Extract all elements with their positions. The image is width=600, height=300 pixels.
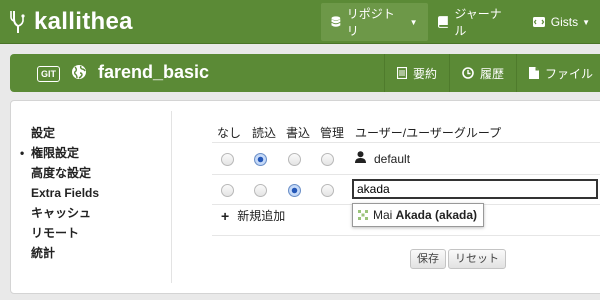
radio-write[interactable] xyxy=(288,184,301,197)
repo-history-label: 履歴 xyxy=(480,66,505,81)
radio-write[interactable] xyxy=(288,153,301,166)
nav-gists[interactable]: Gists ▼ xyxy=(523,3,600,41)
summary-icon xyxy=(397,67,407,79)
sidebar-item-cache[interactable]: キャッシュ xyxy=(31,203,99,223)
repo-type-badge: GIT xyxy=(37,66,60,82)
logo-text: kallithea xyxy=(34,8,133,35)
autocomplete-suggestion[interactable]: Mai Akada (akada) xyxy=(352,203,484,227)
repo-name[interactable]: farend_basic xyxy=(98,62,209,83)
column-user-group: ユーザー/ユーザーグループ xyxy=(355,126,502,140)
sidebar-item-extra-fields[interactable]: Extra Fields xyxy=(31,183,99,203)
repo-files-button[interactable]: ファイル xyxy=(516,54,600,92)
history-icon xyxy=(462,67,474,79)
sidebar-item-settings[interactable]: 設定 xyxy=(31,123,99,143)
row-divider xyxy=(212,235,600,236)
repo-summary-label: 要約 xyxy=(413,66,438,81)
identicon-avatar-icon xyxy=(357,209,369,221)
file-icon xyxy=(529,67,540,79)
chevron-down-icon: ▼ xyxy=(409,17,418,27)
radio-read[interactable] xyxy=(254,184,267,197)
column-none: なし xyxy=(217,126,242,140)
top-nav: リポジトリ ▼ ジャーナル Gists ▼ xyxy=(321,3,600,41)
repo-header: GIT farend_basic 要約 履歴 ファイル xyxy=(10,54,600,92)
row-divider xyxy=(212,174,600,175)
globe-icon xyxy=(72,65,86,79)
repo-files-label: ファイル xyxy=(545,66,594,81)
sidebar-item-advanced[interactable]: 高度な設定 xyxy=(31,163,99,183)
suggestion-suffix: (akada) xyxy=(431,208,478,222)
logo[interactable]: kallithea xyxy=(8,8,133,36)
sidebar-item-remote[interactable]: リモート xyxy=(31,223,99,243)
row-divider xyxy=(212,142,600,143)
save-button[interactable]: 保存 xyxy=(410,249,446,269)
sidebar-item-label: 権限設定 xyxy=(31,146,80,160)
settings-sidebar: 設定 • 権限設定 高度な設定 Extra Fields キャッシュ リモート … xyxy=(20,123,99,263)
suggestion-match: Akada xyxy=(395,208,432,222)
chevron-down-icon: ▼ xyxy=(582,17,590,27)
sidebar-item-permissions[interactable]: • 権限設定 xyxy=(20,143,99,163)
radio-admin[interactable] xyxy=(321,153,334,166)
reset-button[interactable]: リセット xyxy=(448,249,506,269)
add-new-permission-button[interactable]: + 新規追加 xyxy=(221,207,285,224)
repo-summary-button[interactable]: 要約 xyxy=(384,54,449,92)
column-admin: 管理 xyxy=(320,126,345,140)
radio-none[interactable] xyxy=(221,153,234,166)
suggestion-text: Mai Akada (akada) xyxy=(373,208,477,222)
repo-actions: 要約 履歴 ファイル xyxy=(384,54,600,92)
suggestion-prefix: Mai xyxy=(373,208,396,222)
sidebar-divider xyxy=(171,111,172,283)
nav-journal[interactable]: ジャーナル xyxy=(428,3,523,41)
radio-none[interactable] xyxy=(221,184,234,197)
kallithea-logo-icon xyxy=(10,11,25,33)
nav-repositories-label: リポジトリ xyxy=(346,7,395,38)
permissions-table-header: なし 読込 書込 管理 ユーザー/ユーザーグループ xyxy=(217,124,517,140)
gist-icon xyxy=(532,17,545,27)
column-read: 読込 xyxy=(252,126,277,140)
user-name: default xyxy=(374,152,411,166)
radio-admin[interactable] xyxy=(321,184,334,197)
user-icon xyxy=(355,151,366,163)
radio-read[interactable] xyxy=(254,153,267,166)
database-icon xyxy=(331,16,341,27)
repo-history-button[interactable]: 履歴 xyxy=(449,54,516,92)
top-header: kallithea リポジトリ ▼ ジャーナル Gists ▼ xyxy=(0,0,600,44)
nav-gists-label: Gists xyxy=(550,15,579,29)
add-new-label: 新規追加 xyxy=(237,209,286,223)
plus-icon: + xyxy=(221,207,230,224)
nav-journal-label: ジャーナル xyxy=(454,7,502,38)
nav-repositories[interactable]: リポジトリ ▼ xyxy=(321,3,428,41)
column-write: 書込 xyxy=(286,126,311,140)
active-bullet-icon: • xyxy=(20,146,25,160)
book-icon xyxy=(437,16,448,28)
user-search-input[interactable] xyxy=(352,179,598,199)
sidebar-item-statistics[interactable]: 統計 xyxy=(31,243,99,263)
